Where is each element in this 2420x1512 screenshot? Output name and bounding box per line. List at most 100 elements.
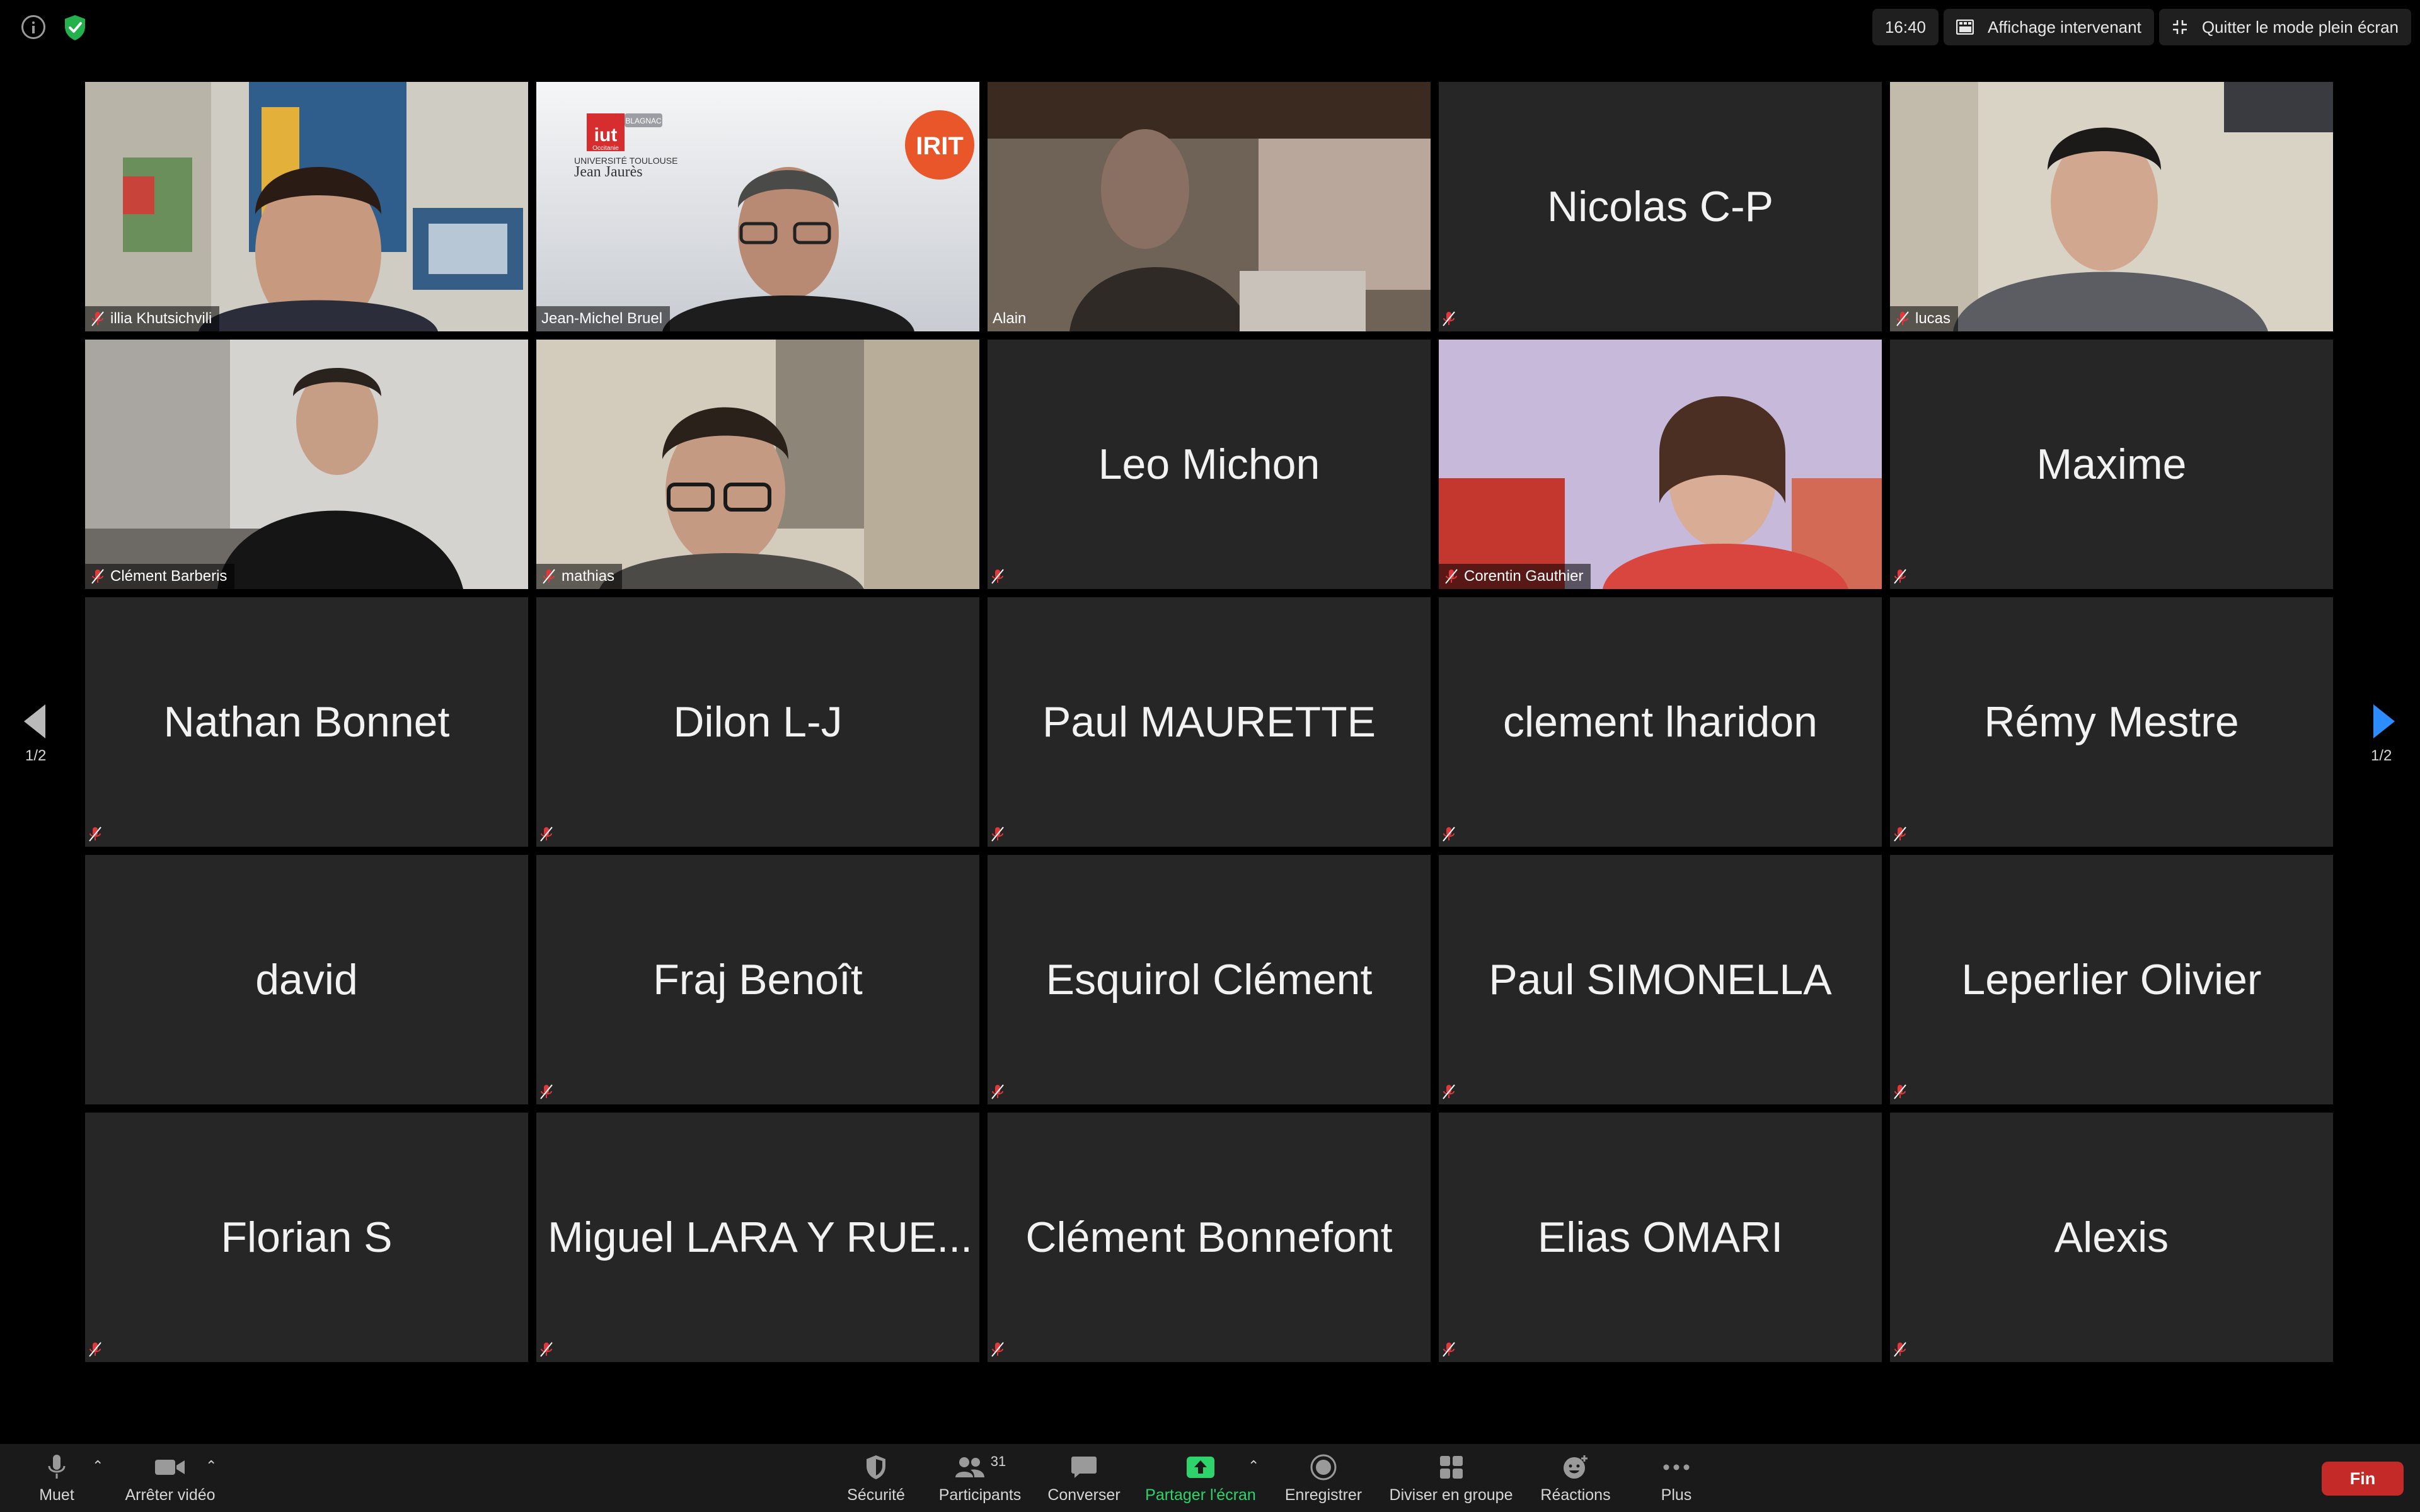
participant-display-name: Nicolas C-P bbox=[1547, 183, 1773, 231]
participants-icon bbox=[955, 1457, 984, 1477]
audio-options-chevron-icon[interactable]: ⌃ bbox=[92, 1458, 103, 1474]
exit-fullscreen-button[interactable]: Quitter le mode plein écran bbox=[2158, 9, 2411, 45]
participant-name-tag bbox=[536, 1079, 559, 1104]
share-screen-button[interactable]: Partager l'écran bbox=[1141, 1444, 1260, 1512]
participant-tile-active-speaker[interactable]: iut Occitanie BLAGNAC UNIVERSITÉ TOULOUS… bbox=[536, 82, 979, 331]
participant-tile[interactable]: Alain bbox=[988, 82, 1431, 331]
svg-text:Occitanie: Occitanie bbox=[592, 145, 619, 152]
mute-button[interactable]: Muet bbox=[32, 1444, 82, 1512]
participants-button[interactable]: 31 Participants bbox=[933, 1444, 1027, 1512]
muted-mic-icon bbox=[1443, 1342, 1455, 1357]
chat-button[interactable]: Converser bbox=[1043, 1444, 1125, 1512]
stop-video-button[interactable]: Arrêter vidéo bbox=[120, 1444, 221, 1512]
muted-mic-icon bbox=[1896, 311, 1909, 326]
participant-name: mathias bbox=[562, 568, 615, 585]
participant-tile[interactable]: Leperlier Olivier bbox=[1890, 855, 2333, 1104]
participant-tile[interactable]: Miguel LARA Y RUE... bbox=[536, 1113, 979, 1362]
participant-name: Clément Barberis bbox=[110, 568, 228, 585]
participant-video bbox=[536, 340, 979, 589]
participant-tile[interactable]: Corentin Gauthier bbox=[1439, 340, 1882, 589]
gallery-grid: illia Khutsichvili iut Occitanie BLAGNAC… bbox=[85, 82, 2335, 1363]
participant-name-tag bbox=[1439, 1079, 1461, 1104]
participant-tile[interactable]: lucas bbox=[1890, 82, 2333, 331]
muted-mic-icon bbox=[543, 569, 555, 584]
breakout-rooms-icon bbox=[1439, 1456, 1463, 1479]
participant-name: Alain bbox=[993, 310, 1027, 327]
participant-name-tag: mathias bbox=[536, 564, 623, 589]
shield-check-icon[interactable] bbox=[63, 14, 87, 42]
more-label: Plus bbox=[1661, 1486, 1692, 1504]
participant-video bbox=[1890, 82, 2333, 331]
participant-name-tag bbox=[1439, 822, 1461, 847]
participant-tile[interactable]: Nicolas C-P bbox=[1439, 82, 1882, 331]
participant-display-name: Paul MAURETTE bbox=[1042, 698, 1376, 746]
reactions-icon bbox=[1564, 1455, 1587, 1479]
participant-video bbox=[85, 82, 528, 331]
meeting-top-bar: 16:40 Affichage intervenant Quitter le m… bbox=[0, 0, 2420, 53]
muted-mic-icon bbox=[1894, 1342, 1906, 1357]
microphone-icon bbox=[48, 1455, 66, 1479]
muted-mic-icon bbox=[1445, 569, 1458, 584]
participant-tile[interactable]: Dilon L-J bbox=[536, 597, 979, 847]
share-options-chevron-icon[interactable]: ⌃ bbox=[1248, 1458, 1259, 1474]
exit-fullscreen-label: Quitter le mode plein écran bbox=[2201, 17, 2399, 37]
record-button[interactable]: Enregistrer bbox=[1279, 1444, 1368, 1512]
mute-label: Muet bbox=[39, 1486, 74, 1504]
reactions-button[interactable]: Réactions bbox=[1531, 1444, 1620, 1512]
speaker-view-button[interactable]: Affichage intervenant bbox=[1944, 9, 2154, 45]
participant-name-tag bbox=[536, 822, 559, 847]
previous-page-arrow-icon[interactable] bbox=[24, 704, 45, 738]
breakout-rooms-button[interactable]: Diviser en groupe bbox=[1383, 1444, 1519, 1512]
muted-mic-icon bbox=[991, 569, 1004, 584]
end-meeting-button[interactable]: Fin bbox=[2322, 1462, 2404, 1496]
participant-display-name: Leperlier Olivier bbox=[1961, 956, 2262, 1004]
participant-name: lucas bbox=[1915, 310, 1951, 327]
participant-tile[interactable]: mathias bbox=[536, 340, 979, 589]
participant-tile[interactable]: Esquirol Clément bbox=[988, 855, 1431, 1104]
participant-name-tag bbox=[1439, 1337, 1461, 1362]
participant-tile[interactable]: david bbox=[85, 855, 528, 1104]
video-options-chevron-icon[interactable]: ⌃ bbox=[205, 1458, 217, 1474]
participant-tile[interactable]: Maxime bbox=[1890, 340, 2333, 589]
muted-mic-icon bbox=[89, 1342, 101, 1357]
participant-name-tag: illia Khutsichvili bbox=[85, 306, 220, 331]
muted-mic-icon bbox=[89, 827, 101, 842]
svg-text:IRIT: IRIT bbox=[916, 132, 964, 160]
participant-name-tag: Jean-Michel Bruel bbox=[536, 306, 671, 331]
participant-tile[interactable]: Leo Michon bbox=[988, 340, 1431, 589]
share-screen-icon bbox=[1187, 1457, 1214, 1478]
participants-label: Participants bbox=[938, 1486, 1022, 1504]
muted-mic-icon bbox=[540, 1084, 553, 1099]
participant-tile[interactable]: Paul SIMONELLA bbox=[1439, 855, 1882, 1104]
participant-display-name: Leo Michon bbox=[1098, 440, 1320, 488]
participant-name-tag: Clément Barberis bbox=[85, 564, 235, 589]
clock-display: 16:40 bbox=[1872, 9, 1939, 45]
participant-video: iut Occitanie BLAGNAC UNIVERSITÉ TOULOUS… bbox=[536, 82, 979, 331]
participant-tile[interactable]: Fraj Benoît bbox=[536, 855, 979, 1104]
participant-display-name: Esquirol Clément bbox=[1046, 956, 1373, 1004]
participant-tile[interactable]: Rémy Mestre bbox=[1890, 597, 2333, 847]
more-button[interactable]: Plus bbox=[1645, 1444, 1708, 1512]
muted-mic-icon bbox=[540, 1342, 553, 1357]
participant-name-tag bbox=[988, 822, 1010, 847]
participant-tile[interactable]: Florian S bbox=[85, 1113, 528, 1362]
participant-tile[interactable]: Paul MAURETTE bbox=[988, 597, 1431, 847]
next-page-arrow-icon[interactable] bbox=[2373, 704, 2395, 738]
participant-tile[interactable]: illia Khutsichvili bbox=[85, 82, 528, 331]
participant-tile[interactable]: Nathan Bonnet bbox=[85, 597, 528, 847]
participant-tile[interactable]: Clément Bonnefont bbox=[988, 1113, 1431, 1362]
security-button[interactable]: Sécurité bbox=[838, 1444, 914, 1512]
participant-tile[interactable]: Alexis bbox=[1890, 1113, 2333, 1362]
stop-video-label: Arrêter vidéo bbox=[125, 1486, 216, 1504]
participant-tile[interactable]: clement lharidon bbox=[1439, 597, 1882, 847]
participant-tile[interactable]: Elias OMARI bbox=[1439, 1113, 1882, 1362]
video-camera-icon bbox=[155, 1460, 185, 1475]
participant-display-name: Clément Bonnefont bbox=[1025, 1213, 1393, 1261]
participant-tile[interactable]: Clément Barberis bbox=[85, 340, 528, 589]
participant-display-name: Maxime bbox=[2036, 440, 2187, 488]
shield-icon bbox=[867, 1455, 885, 1479]
muted-mic-icon bbox=[1894, 1084, 1906, 1099]
info-icon[interactable] bbox=[21, 15, 45, 39]
muted-mic-icon bbox=[1443, 827, 1455, 842]
participant-display-name: Paul SIMONELLA bbox=[1489, 956, 1832, 1004]
